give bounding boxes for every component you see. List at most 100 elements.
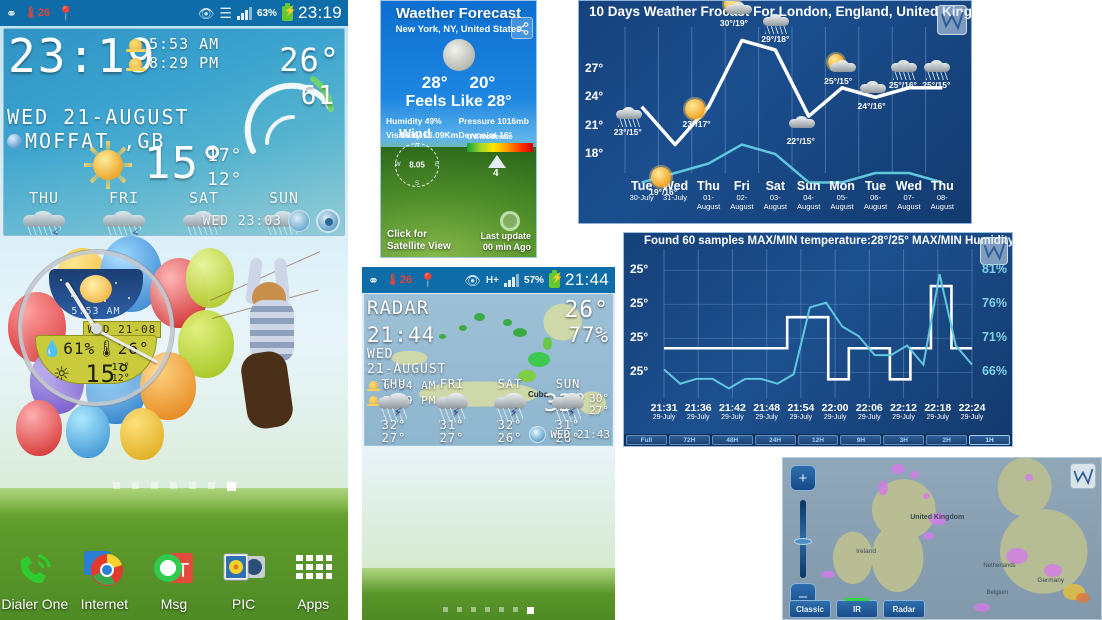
range-button-48h[interactable]: 48H: [711, 435, 753, 445]
dock-app-internet[interactable]: Internet: [70, 546, 140, 612]
x-day: Fri: [733, 179, 750, 193]
analog-high: 17°: [111, 362, 130, 374]
satellite-link-line1: Click for: [387, 229, 428, 240]
ten-day-forecast-chart-panel: 10 Days Weather Frocast For London, Engl…: [578, 0, 972, 224]
radar-page-indicator: [362, 607, 615, 614]
analog-sunrise: 5:53 AM: [71, 306, 121, 318]
status-bar: ⚭ 🌡26 📍 👁 ☰ 63% ⚡ 23:19: [0, 0, 348, 26]
page-dot-home[interactable]: [131, 482, 139, 489]
range-button-2h[interactable]: 2H: [926, 435, 968, 445]
page-dot[interactable]: [207, 482, 215, 489]
page-dot[interactable]: [169, 482, 177, 489]
today-high-low: 17° 12°: [207, 144, 243, 192]
thermometer-icon: 🌡26: [385, 273, 413, 286]
last-update-line1: Last update: [480, 231, 531, 241]
usb-icon: ⚭: [368, 272, 379, 288]
dock-label: PIC: [231, 596, 256, 612]
forecast-cell[interactable]: THU ⚡ 19° 11°: [4, 189, 84, 235]
page-dot-active[interactable]: [527, 607, 534, 614]
thermometer-icon: 🌡26: [23, 6, 51, 19]
map-label-uk: United Kingdom: [910, 514, 965, 522]
y-tick-right: 66%: [981, 364, 1007, 379]
radar-forecast-cell[interactable]: THU ⚡ 32° 27°: [365, 377, 423, 445]
page-dot[interactable]: [150, 482, 158, 489]
range-button-9h[interactable]: 9H: [840, 435, 882, 445]
history-range-buttons[interactable]: Full 72H 48H 24H 12H 9H 3H 2H 1H: [624, 434, 1012, 446]
today-temperature: 15°: [144, 138, 227, 189]
phone-icon: [12, 546, 58, 592]
signal-bars-icon: [236, 6, 252, 20]
map-tab-radar[interactable]: Radar: [883, 600, 925, 618]
eye-icon: 👁: [197, 5, 215, 21]
range-button-full[interactable]: Full: [626, 435, 667, 445]
radar-map-panel[interactable]: United Kingdom Ireland Netherlands Germa…: [782, 457, 1102, 620]
zoom-in-button[interactable]: +: [790, 465, 816, 491]
rain-icon: [763, 13, 790, 34]
page-dot[interactable]: [188, 482, 196, 489]
battery-percent-label: 63%: [256, 7, 277, 19]
forecast-high: 28°: [421, 73, 448, 92]
page-dot[interactable]: [499, 607, 504, 612]
analog-clock-widget[interactable]: 5:53 AM WED 21-08 💧61% 🌡26° ☼ 15° 17° 12…: [18, 250, 174, 406]
map-tab-classic[interactable]: Classic: [789, 600, 831, 618]
gear-icon[interactable]: [316, 209, 340, 233]
y-tick-label: 18°: [585, 146, 604, 161]
forecast-cell[interactable]: SAT 18° 10°: [164, 189, 244, 235]
today-low: 12°: [207, 169, 243, 190]
x-date: 04-August: [797, 193, 821, 211]
x-date: 02-August: [730, 193, 754, 211]
clock-center-hub: [90, 322, 102, 334]
page-dot[interactable]: [485, 607, 490, 612]
today-high: 17°: [207, 145, 243, 166]
sun-icon: [79, 274, 113, 303]
phone-radar-screen-panel: ⚭ 🌡26 📍 👁 H+ 57% ⚡ 21:44 Cuba RADAR 21:4…: [362, 267, 615, 620]
range-button-12h[interactable]: 12H: [797, 435, 839, 445]
signal-bars-icon: [503, 273, 519, 287]
page-dot[interactable]: [513, 607, 518, 612]
data-point-label: 30°/19°: [719, 18, 748, 29]
rain-icon: [924, 59, 951, 80]
radar-humidity: 77%: [568, 323, 609, 347]
share-icon[interactable]: [511, 17, 533, 39]
zoom-slider-thumb[interactable]: [794, 538, 812, 545]
page-dot-home[interactable]: [457, 607, 462, 612]
forecast-cell[interactable]: SUN 16° 8°: [244, 189, 324, 235]
data-point-label: 29°/18°: [761, 33, 790, 44]
page-dot[interactable]: [471, 607, 476, 612]
range-button-24h[interactable]: 24H: [754, 435, 796, 445]
dock-label: Msg: [160, 596, 188, 612]
satellite-view-link[interactable]: Click for Satellite View: [387, 229, 451, 253]
range-button-3h[interactable]: 3H: [883, 435, 925, 445]
page-dot-active[interactable]: [226, 482, 236, 491]
radar-widget[interactable]: Cuba RADAR 21:44 WED 21-AUGUST 6:54 AM 7…: [364, 294, 613, 446]
refresh-icon[interactable]: [500, 211, 520, 231]
dock-app-msg[interactable]: T Msg: [139, 546, 209, 612]
dock-app-dialer[interactable]: Dialer One: [0, 546, 70, 612]
line-chart-icon[interactable]: [1070, 463, 1096, 489]
map-layer-tabs[interactable]: Classic IR Radar: [789, 598, 925, 618]
forecast-cell[interactable]: FRI ⚡ 20° 12°: [84, 189, 164, 235]
rain-icon: [244, 209, 324, 235]
dock-app-apps[interactable]: Apps: [278, 546, 348, 612]
forecast-high-low: 28° 20°: [381, 73, 536, 93]
map-tab-ir[interactable]: IR: [836, 598, 878, 618]
forecast-day-label: SUN: [268, 189, 300, 207]
page-dot[interactable]: [112, 482, 120, 489]
uv-index-value: 4: [493, 168, 499, 179]
radar-forecast-cell[interactable]: FRI ⚡ 31° 27°: [423, 377, 481, 445]
app-dock: Dialer One Internet T Msg PIC Apps: [0, 546, 348, 612]
globe-icon: [7, 133, 22, 149]
range-button-72h[interactable]: 72H: [668, 435, 710, 445]
analog-humidity: 💧61%: [42, 339, 96, 359]
dock-app-pic[interactable]: PIC: [209, 546, 279, 612]
weather-widget-large[interactable]: 23:19 5:53 AM 8:29 PM WED 21-AUGUST MOFF…: [3, 28, 345, 236]
widget-footer: WED 23:03: [203, 209, 340, 233]
refresh-icon[interactable]: [288, 210, 310, 232]
dock-label: Internet: [80, 596, 129, 612]
message-icon: T: [151, 546, 197, 592]
range-button-1h[interactable]: 1H: [969, 435, 1011, 445]
radar-dow: WED: [367, 347, 394, 362]
analog-night-sky: 5:53 AM: [48, 268, 144, 320]
refresh-icon[interactable]: [529, 426, 547, 443]
page-dot[interactable]: [443, 607, 448, 612]
